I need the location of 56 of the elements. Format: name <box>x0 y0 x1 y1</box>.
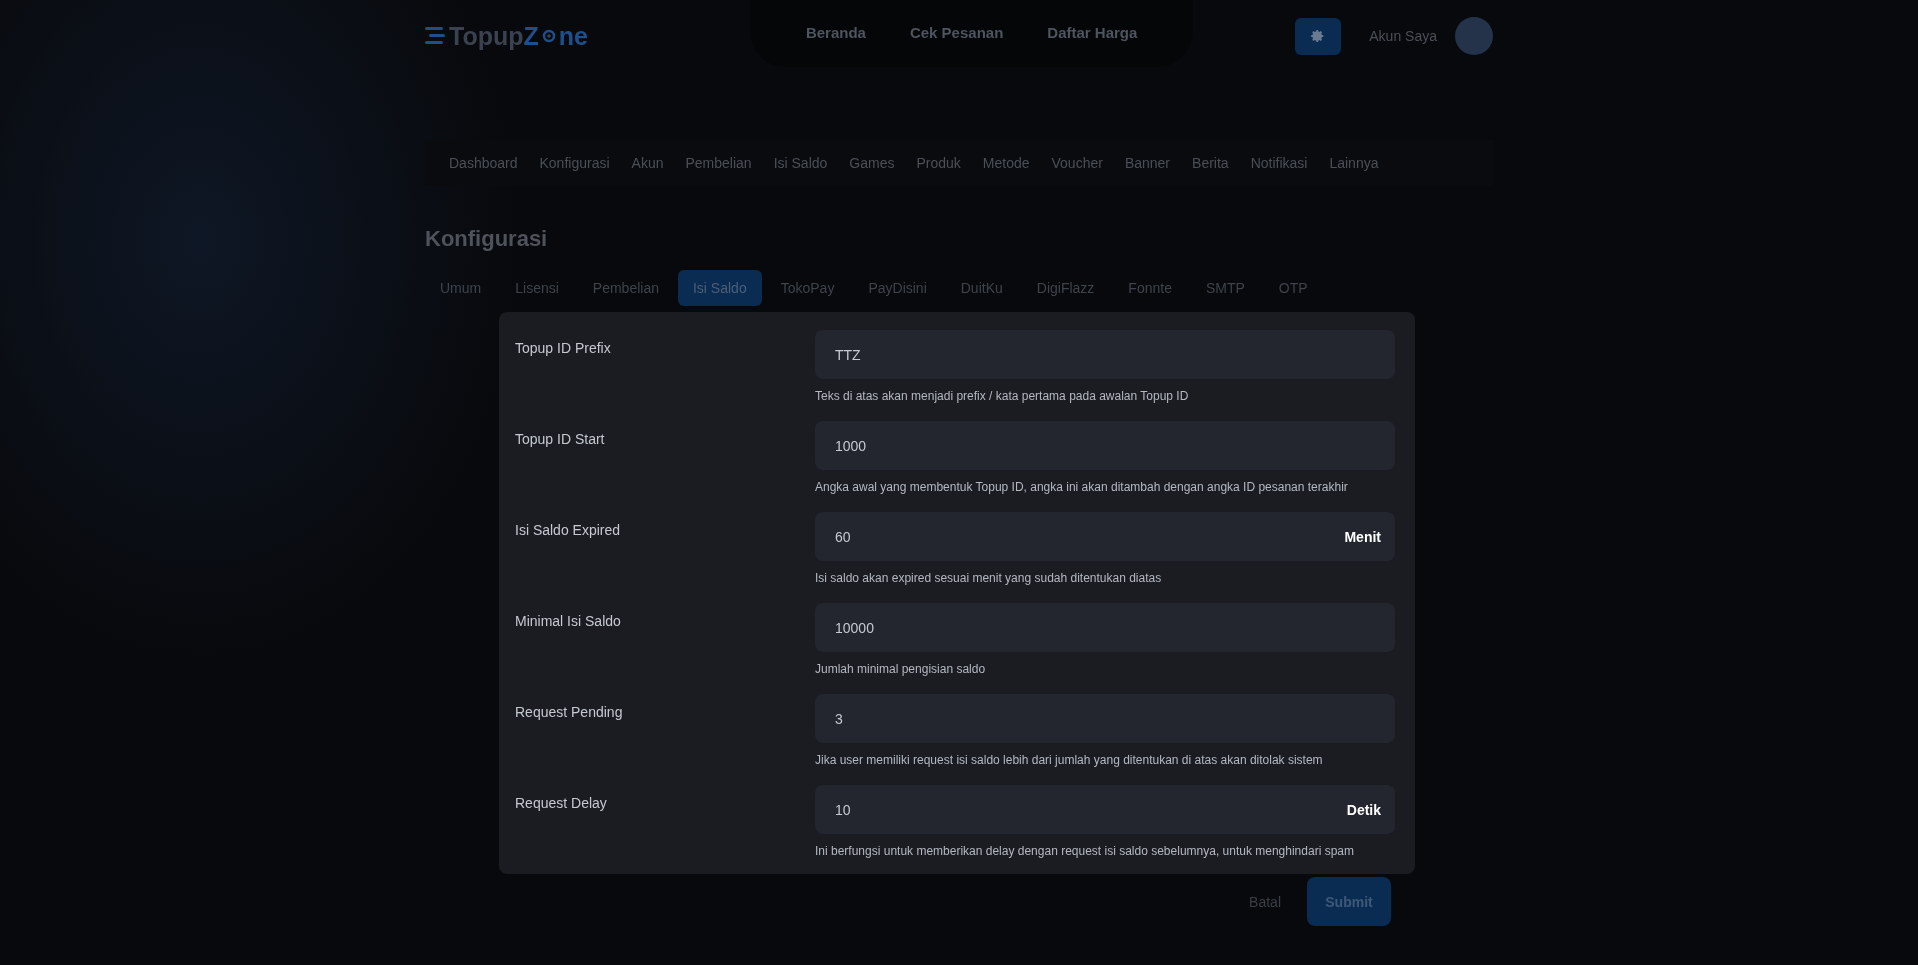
tab[interactable]: OTP <box>1263 270 1323 306</box>
tab[interactable]: Umum <box>425 270 497 306</box>
logo[interactable]: TopupZ ne <box>425 21 588 51</box>
field-label: Request Pending <box>515 703 624 722</box>
help-text: Teks di atas akan menjadi prefix / kata pertama pada awalan Topup ID <box>815 389 1190 403</box>
menu-item[interactable]: Notifikasi <box>1250 155 1308 171</box>
menu-item[interactable]: Produk <box>916 155 961 171</box>
input-field[interactable]: 60 Menit <box>815 512 1395 561</box>
tab[interactable]: Fonnte <box>1113 270 1187 306</box>
tab[interactable]: DuitKu <box>945 270 1018 306</box>
settings-icon <box>1311 29 1326 43</box>
field-label: Request Delay <box>515 794 608 813</box>
tab[interactable]: PayDisini <box>853 270 942 306</box>
menu-item[interactable]: Akun <box>631 155 664 171</box>
help-text: Isi saldo akan expired sesuai menit yang sudah ditentukan diatas <box>815 571 1163 585</box>
menu-item[interactable]: Pembelian <box>685 155 752 171</box>
unit-label: Detik <box>1346 801 1381 818</box>
page-title: Konfigurasi <box>425 226 549 252</box>
cancel-button[interactable]: Batal <box>1243 892 1287 911</box>
menu-item[interactable]: Voucher <box>1051 155 1103 171</box>
menu-item[interactable]: Banner <box>1124 155 1171 171</box>
tab[interactable]: Isi Saldo <box>678 270 762 306</box>
settings-button[interactable] <box>1295 17 1342 55</box>
menu-item[interactable]: Konfigurasi <box>539 155 610 171</box>
input-field[interactable]: 1000 <box>815 421 1395 470</box>
menu-item[interactable]: Berita <box>1192 155 1229 171</box>
menu-item[interactable]: Lainnya <box>1329 155 1379 171</box>
help-text: Jumlah minimal pengisian saldo <box>815 662 987 676</box>
menu-item[interactable]: Dashboard <box>449 155 518 171</box>
nav-link[interactable]: Cek Pesanan <box>909 24 1004 41</box>
input-field[interactable]: 10 Detik <box>815 785 1395 834</box>
input-field[interactable]: TTZ <box>815 330 1395 379</box>
tab[interactable]: Lisensi <box>500 270 574 306</box>
unit-label: Menit <box>1344 528 1381 545</box>
help-text: Angka awal yang membentuk Topup ID, angka ini akan ditambah dengan angka ID pesanan terakhir <box>815 480 1349 494</box>
ring-icon <box>541 29 556 43</box>
field-label: Topup ID Start <box>515 430 606 449</box>
nav-link[interactable]: Beranda <box>805 24 866 41</box>
tab[interactable]: DigiFlazz <box>1021 270 1110 306</box>
nav-link[interactable]: Daftar Harga <box>1047 24 1138 41</box>
menu-item[interactable]: Metode <box>982 155 1030 171</box>
menu-item[interactable]: Isi Saldo <box>773 155 828 171</box>
tab[interactable]: SMTP <box>1190 270 1260 306</box>
input-field[interactable]: 3 <box>815 694 1395 743</box>
account-link[interactable]: Akun Saya <box>1369 28 1437 44</box>
field-label: Minimal Isi Saldo <box>515 612 622 631</box>
field-label: Topup ID Prefix <box>515 339 612 358</box>
menu-item[interactable]: Games <box>849 155 895 171</box>
logo-text: ne <box>558 21 588 51</box>
input-field[interactable]: 10000 <box>815 603 1395 652</box>
help-text: Ini berfungsi untuk memberikan delay dengan request isi saldo sebelumnya, untuk menghindari spam <box>815 844 1355 858</box>
logo-text: TopupZ <box>449 21 539 51</box>
field-label: Isi Saldo Expired <box>515 521 622 540</box>
tab[interactable]: TokoPay <box>765 270 850 306</box>
tab[interactable]: Pembelian <box>577 270 674 306</box>
help-text: Jika user memiliki request isi saldo lebih dari jumlah yang ditentukan di atas akan ditolak sistem <box>815 753 1324 767</box>
